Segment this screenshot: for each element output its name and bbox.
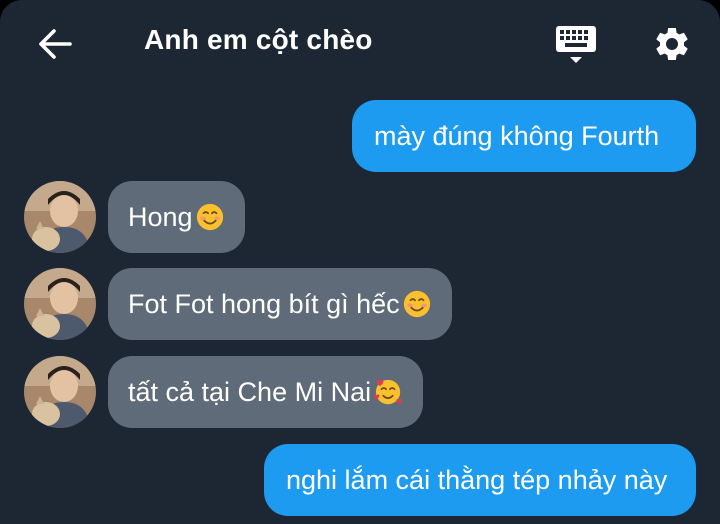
smiling-face-icon	[196, 203, 223, 231]
avatar-image	[24, 181, 96, 253]
incoming-message[interactable]: Fot Fot hong bít gì hếc	[108, 268, 452, 340]
message-text: mày đúng không Fourth	[374, 120, 660, 151]
message-text: tất cả tại Che Mi Nai	[128, 376, 372, 407]
contact-avatar[interactable]	[24, 181, 96, 253]
outgoing-message[interactable]: mày đúng không Fourth	[352, 100, 696, 172]
message-list[interactable]: mày đúng không Fourth Hong Fot Fot hong …	[0, 0, 720, 524]
message-text: Hong	[128, 201, 193, 232]
contact-avatar[interactable]	[24, 268, 96, 340]
smiling-face-with-hearts-icon	[374, 379, 402, 405]
smiling-face-icon	[403, 290, 430, 318]
message-text: Fot Fot hong bít gì hếc	[128, 288, 400, 319]
avatar-image	[24, 356, 96, 428]
outgoing-message[interactable]: nghi lắm cái thằng tép nhảy này	[264, 444, 696, 516]
message-text: nghi lắm cái thằng tép nhảy này	[286, 464, 668, 495]
chat-screen: Anh em cột chèo mày đúng không Fourth Ho…	[0, 0, 720, 524]
incoming-message[interactable]: tất cả tại Che Mi Nai	[108, 356, 424, 428]
incoming-message[interactable]: Hong	[108, 181, 245, 253]
avatar-image	[24, 268, 96, 340]
contact-avatar[interactable]	[24, 356, 96, 428]
